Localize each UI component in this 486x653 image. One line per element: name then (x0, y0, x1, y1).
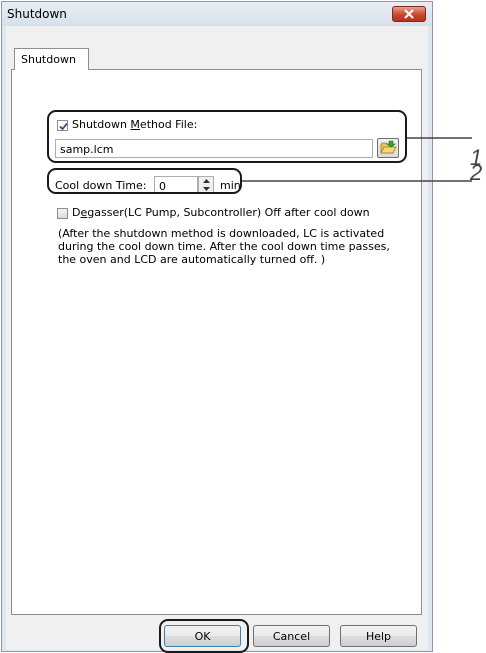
method-file-value: samp.lcm (60, 143, 114, 156)
shutdown-method-checkbox[interactable] (57, 120, 68, 131)
cool-down-label: Cool down Time: (55, 179, 147, 192)
cancel-button[interactable]: Cancel (253, 625, 330, 647)
cool-down-value: 0 (159, 180, 166, 193)
info-note: (After the shutdown method is downloaded… (58, 227, 390, 266)
note-line: the oven and LCD are automatically turne… (58, 253, 326, 266)
window-title: Shutdown (7, 7, 67, 21)
tab-shutdown-label: Shutdown (21, 53, 76, 66)
help-button[interactable]: Help (340, 625, 417, 647)
degasser-label: Degasser(LC Pump, Subcontroller) Off aft… (72, 206, 370, 219)
cool-down-unit: min (220, 179, 241, 192)
cool-down-spinner[interactable] (198, 176, 214, 194)
arrow-down-icon (202, 187, 210, 191)
help-button-label: Help (365, 629, 392, 643)
checkmark-icon (59, 122, 68, 131)
note-line: during the cool down time. After the coo… (58, 240, 390, 253)
close-icon (404, 9, 414, 19)
close-button[interactable] (392, 6, 426, 22)
shutdown-method-label: Shutdown Method File: (72, 118, 198, 131)
cool-down-input[interactable]: 0 (154, 176, 198, 194)
degasser-checkbox[interactable] (57, 208, 68, 219)
spin-down-button[interactable] (199, 185, 213, 193)
note-line: (After the shutdown method is downloaded… (58, 227, 385, 240)
folder-open-icon (380, 140, 397, 154)
spin-up-button[interactable] (199, 177, 213, 185)
title-bar[interactable]: Shutdown (2, 2, 432, 26)
browse-button[interactable] (377, 138, 399, 158)
ok-button-label: OK (194, 629, 211, 643)
arrow-up-icon (202, 179, 210, 183)
tab-shutdown[interactable]: Shutdown (14, 48, 89, 70)
cancel-button-label: Cancel (272, 629, 311, 643)
ok-button[interactable]: OK (164, 625, 241, 647)
callout-number-2: 2 (470, 160, 483, 185)
method-file-field[interactable]: samp.lcm (55, 139, 373, 158)
